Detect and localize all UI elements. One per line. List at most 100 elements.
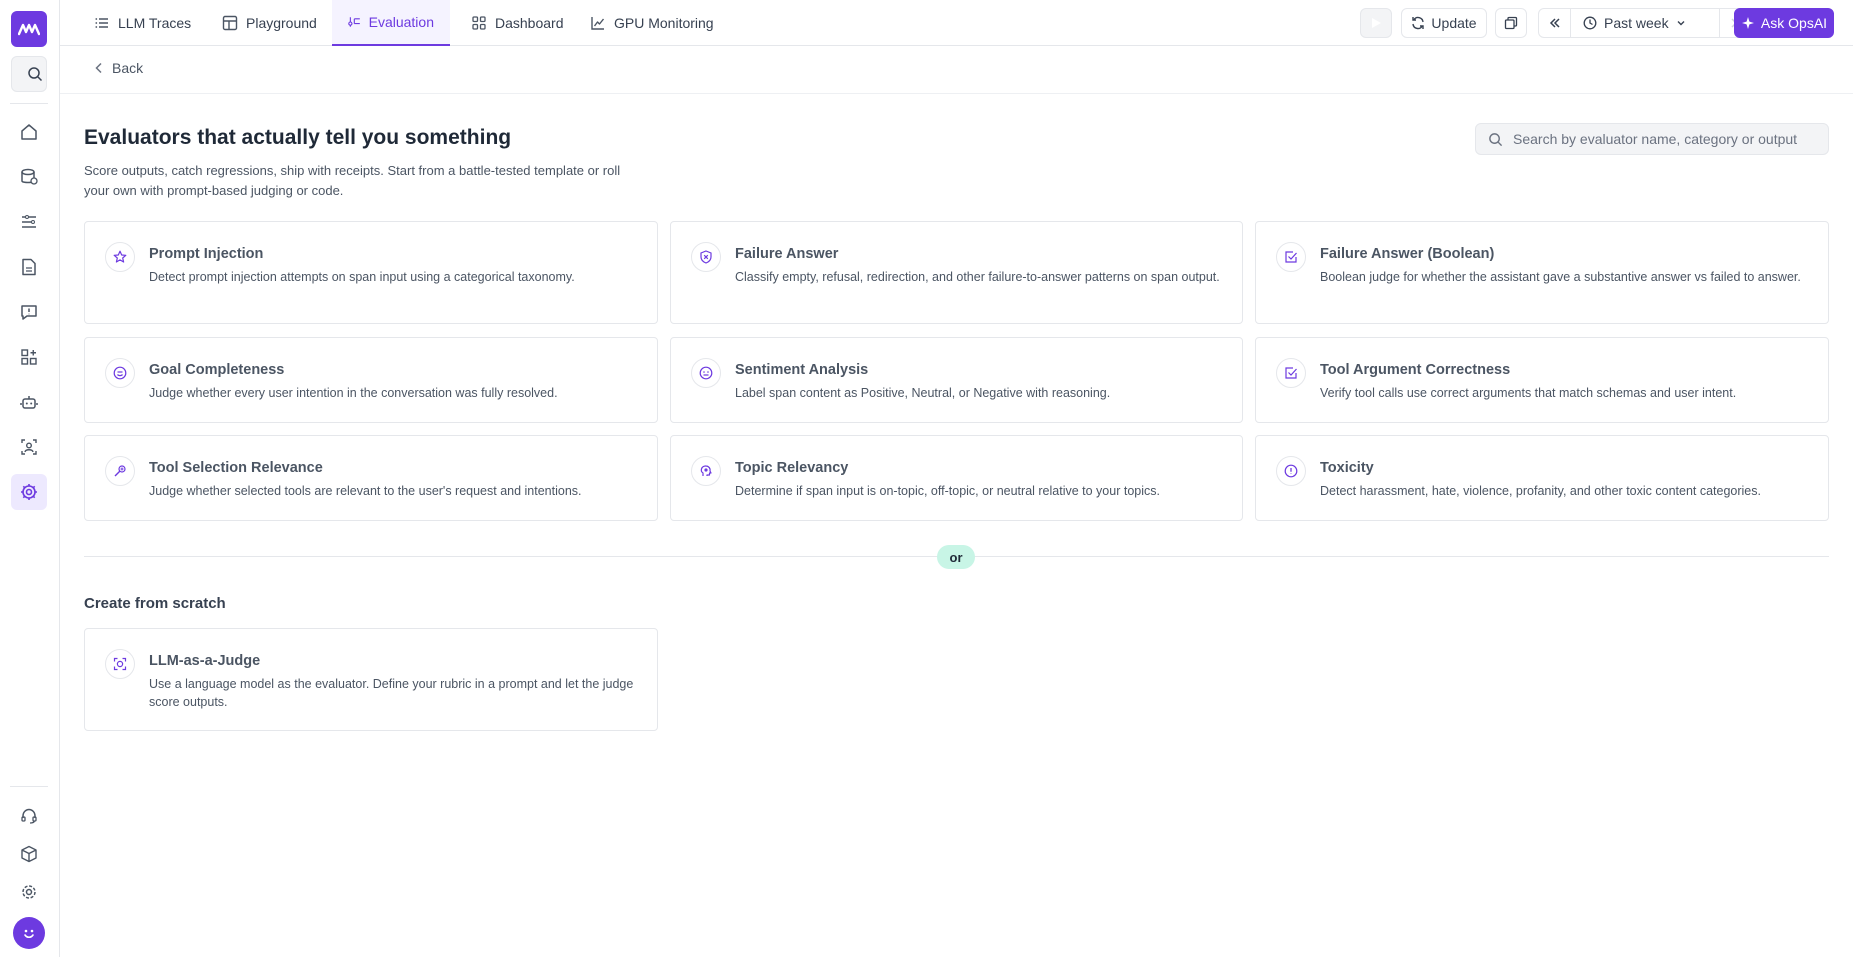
chevron-down-icon [1677, 21, 1685, 26]
card-description: Detect prompt injection attempts on span… [149, 270, 575, 284]
time-range-select[interactable]: Past week [1577, 15, 1713, 31]
card-title: Prompt Injection [149, 246, 264, 262]
card-description: Boolean judge for whether the assistant … [1320, 270, 1801, 284]
evaluator-card-sentiment-analysis[interactable]: Sentiment Analysis Label span content as… [670, 337, 1243, 423]
card-title: Toxicity [1320, 460, 1374, 476]
shield-x-icon [691, 242, 721, 272]
nav-settings[interactable] [11, 874, 47, 910]
top-navigation-bar: LLM Traces Playground Evaluation Dashboa… [60, 0, 1853, 46]
card-title: Failure Answer (Boolean) [1320, 246, 1495, 262]
evaluator-card-toxicity[interactable]: Toxicity Detect harassment, hate, violen… [1255, 435, 1829, 521]
list-icon [95, 18, 108, 28]
evaluator-card-goal-completeness[interactable]: Goal Completeness Judge whether every us… [84, 337, 658, 423]
evaluator-card-prompt-injection[interactable]: Prompt Injection Detect prompt injection… [84, 221, 658, 324]
sparkle-icon [1741, 17, 1754, 29]
nav-evaluation[interactable] [11, 474, 47, 510]
nav-home[interactable] [11, 114, 47, 150]
back-bar: Back [60, 46, 1853, 94]
layout-icon [222, 15, 238, 31]
tab-label: Dashboard [495, 15, 564, 31]
search-icon [1489, 132, 1503, 146]
card-title: Topic Relevancy [735, 460, 849, 476]
nav-support[interactable] [11, 798, 47, 834]
card-title: Sentiment Analysis [735, 362, 869, 378]
tab-gpu-monitoring[interactable]: GPU Monitoring [574, 0, 730, 46]
alert-circle-icon [1276, 456, 1306, 486]
box-icon [21, 845, 37, 863]
nav-agents[interactable] [11, 384, 47, 420]
card-title: Goal Completeness [149, 362, 285, 378]
document-icon [22, 258, 36, 276]
card-description: Judge whether selected tools are relevan… [149, 484, 582, 498]
app-logo[interactable] [11, 11, 47, 47]
evaluator-card-failure-answer-boolean[interactable]: Failure Answer (Boolean) Boolean judge f… [1255, 221, 1829, 324]
headset-icon [21, 808, 37, 824]
evaluator-card-tool-selection-relevance[interactable]: Tool Selection Relevance Judge whether s… [84, 435, 658, 521]
card-description: Classify empty, refusal, redirection, an… [735, 270, 1220, 284]
create-from-scratch-heading: Create from scratch [84, 595, 226, 612]
copy-icon [1504, 16, 1518, 30]
message-alert-icon [21, 305, 37, 320]
bot-icon [20, 396, 38, 409]
back-button[interactable]: Back [94, 60, 143, 76]
copy-button[interactable] [1495, 8, 1527, 38]
evaluator-card-topic-relevancy[interactable]: Topic Relevancy Determine if span input … [670, 435, 1243, 521]
nav-apps[interactable] [11, 339, 47, 375]
chevrons-left-icon [1549, 18, 1560, 28]
chevron-left-icon [95, 62, 102, 74]
list-filter-icon [22, 215, 36, 228]
user-avatar[interactable] [13, 917, 45, 949]
tab-llm-traces[interactable]: LLM Traces [78, 0, 207, 46]
search-input[interactable] [1513, 131, 1813, 147]
home-icon [21, 124, 37, 140]
nav-database[interactable] [11, 159, 47, 195]
check-square-icon [1276, 242, 1306, 272]
face-icon [691, 358, 721, 388]
previous-range-button[interactable] [1539, 9, 1571, 37]
card-description: Judge whether every user intention in th… [149, 386, 558, 400]
update-button[interactable]: Update [1401, 8, 1487, 38]
database-icon [21, 168, 38, 185]
card-title: LLM-as-a-Judge [149, 653, 261, 669]
time-range-group: Past week [1538, 8, 1752, 38]
page-subtitle: Score outputs, catch regressions, ship w… [84, 163, 621, 198]
tab-playground[interactable]: Playground [206, 0, 333, 46]
brain-icon [691, 456, 721, 486]
play-icon [1372, 18, 1381, 28]
evaluator-card-llm-as-a-judge[interactable]: LLM-as-a-Judge Use a language model as t… [84, 628, 658, 731]
apps-icon [21, 349, 37, 365]
tab-label: Evaluation [368, 14, 434, 30]
card-description: Label span content as Positive, Neutral,… [735, 386, 1111, 400]
nav-integrations[interactable] [11, 836, 47, 872]
nav-documents[interactable] [11, 249, 47, 285]
left-rail [0, 0, 60, 957]
scan-face-icon [105, 649, 135, 679]
ask-opsai-label: Ask OpsAI [1760, 15, 1828, 31]
card-description: Determine if span input is on-topic, off… [735, 484, 1160, 498]
search-icon [28, 67, 43, 82]
evaluator-card-failure-answer[interactable]: Failure Answer Classify empty, refusal, … [670, 221, 1243, 324]
global-search-button[interactable] [11, 56, 47, 92]
tool-icon [105, 456, 135, 486]
ask-opsai-button[interactable]: Ask OpsAI [1734, 8, 1834, 38]
tab-evaluation[interactable]: Evaluation [332, 0, 450, 46]
card-description: Verify tool calls use correct arguments … [1320, 386, 1737, 400]
or-badge: or [937, 545, 975, 569]
refresh-icon [1412, 16, 1425, 30]
nav-users[interactable] [11, 429, 47, 465]
nav-alerts[interactable] [11, 294, 47, 330]
clock-icon [1583, 16, 1597, 30]
star-icon [105, 242, 135, 272]
evaluator-search[interactable] [1475, 123, 1829, 155]
play-button[interactable] [1360, 8, 1392, 38]
card-description: Detect harassment, hate, violence, profa… [1320, 484, 1761, 498]
back-label: Back [112, 60, 144, 76]
user-scan-icon [21, 439, 37, 455]
nav-traces[interactable] [11, 204, 47, 240]
tab-label: LLM Traces [118, 15, 192, 31]
evaluator-card-tool-argument-correctness[interactable]: Tool Argument Correctness Verify tool ca… [1255, 337, 1829, 423]
tab-dashboard[interactable]: Dashboard [455, 0, 580, 46]
line-chart-icon [591, 17, 605, 30]
gear-icon [22, 885, 36, 899]
tab-label: GPU Monitoring [614, 15, 714, 31]
